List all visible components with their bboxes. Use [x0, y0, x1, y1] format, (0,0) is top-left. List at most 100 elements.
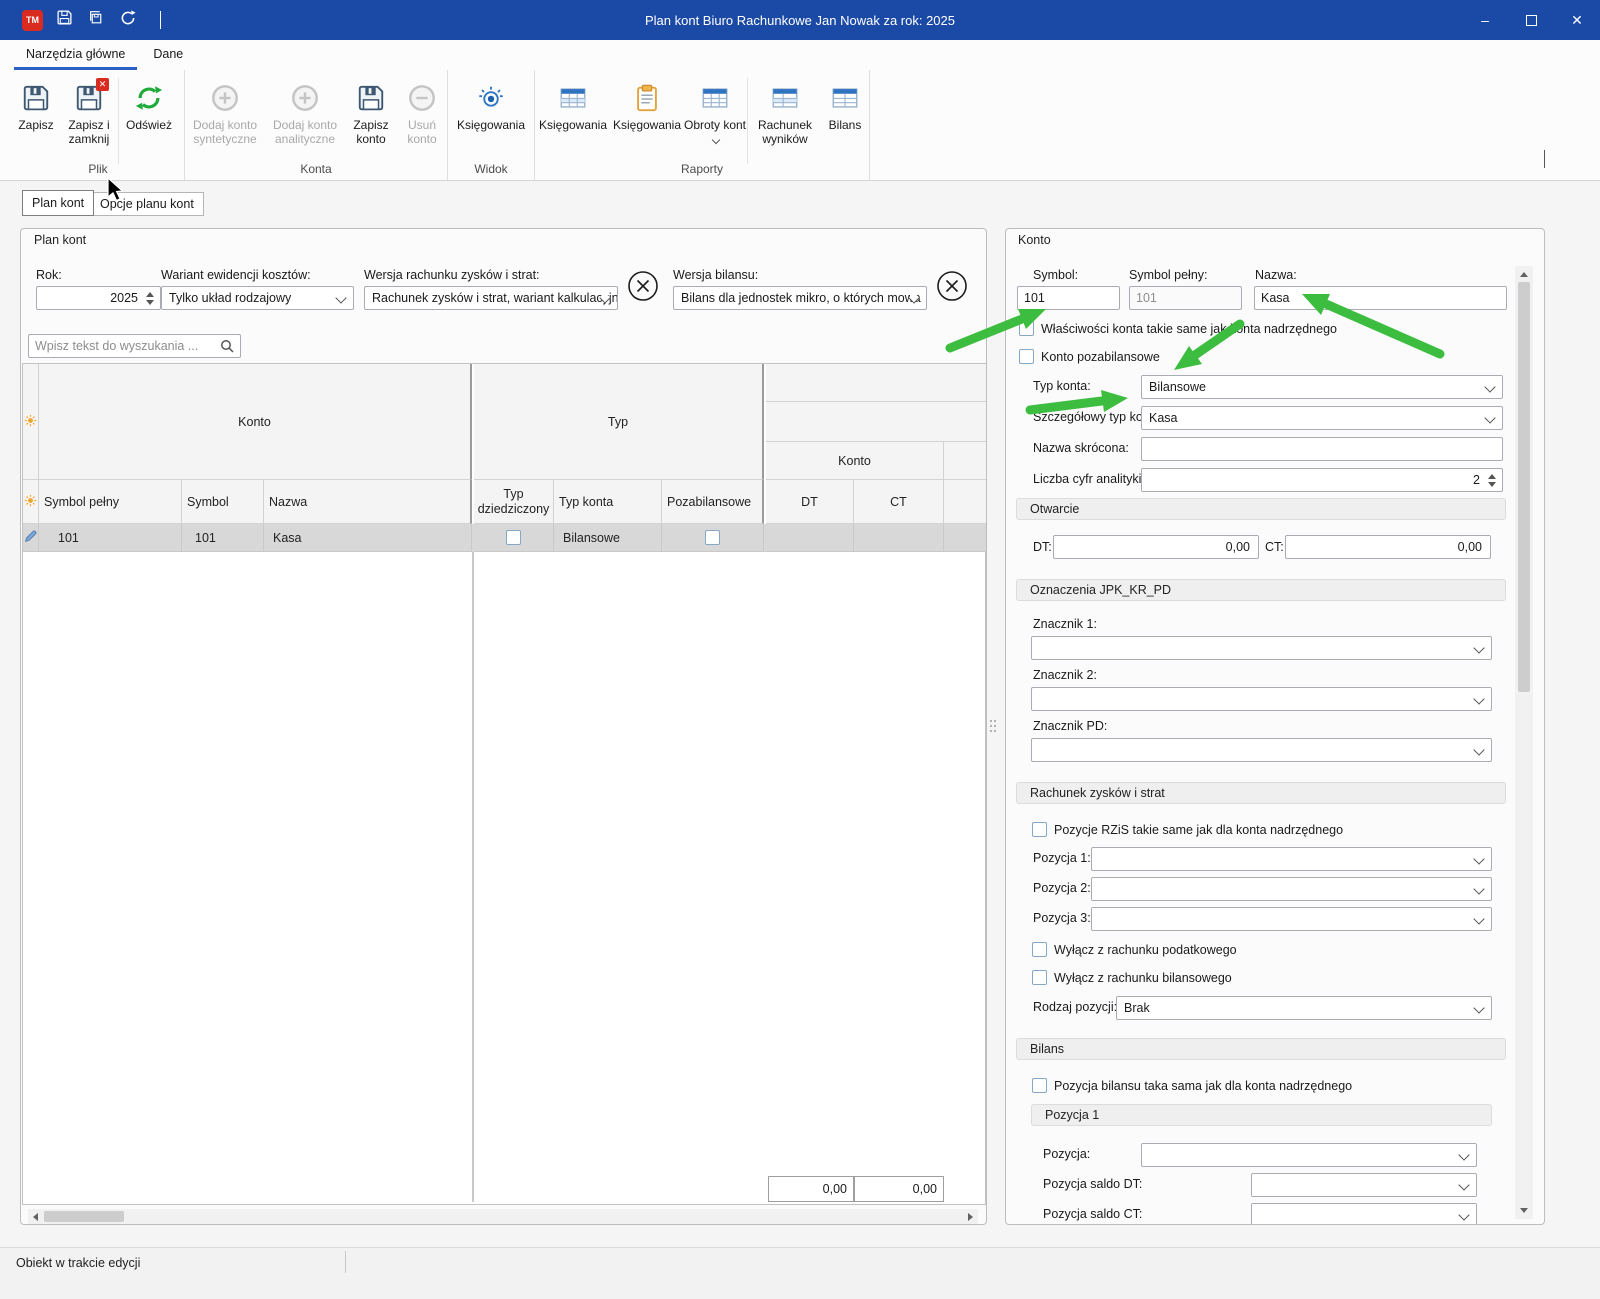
odswiez-button[interactable]: Odśwież — [119, 74, 179, 162]
wersja-rzis-select[interactable]: Rachunek zysków i strat, wariant kalkula… — [364, 286, 618, 310]
otwarcie-ct-input[interactable] — [1285, 535, 1491, 559]
collapse-ribbon-button[interactable] — [1544, 150, 1545, 168]
zapisz-konto-button[interactable]: Zapisz konto — [345, 74, 397, 162]
pozycja3-select[interactable] — [1091, 907, 1492, 931]
scroll-right-icon[interactable] — [968, 1213, 973, 1221]
cell-ct[interactable] — [854, 524, 944, 552]
typ-konta-select[interactable]: Bilansowe — [1141, 375, 1503, 399]
rachunek-wynikow-button[interactable]: Rachunek wyników — [748, 74, 822, 162]
znacznik2-select[interactable] — [1031, 687, 1492, 711]
accounts-grid: Konto Typ Konto Symbol pełny Symbol Nazw… — [22, 363, 986, 1205]
wersja-bilansu-select[interactable]: Bilans dla jednostek mikro, o których mo… — [673, 286, 927, 310]
bilans-pozycja-select[interactable] — [1141, 1143, 1477, 1167]
bilans-saldo-dt-select[interactable] — [1251, 1173, 1477, 1197]
wariant-ewidencji-select[interactable]: Tylko układ rodzajowy — [161, 286, 354, 310]
tab-plan-kont[interactable]: Plan kont — [22, 190, 94, 216]
cell-cut[interactable] — [944, 524, 987, 552]
wersja-rzis-label: Wersja rachunku zysków i strat: — [364, 268, 540, 282]
chk-pozabilansowe[interactable]: Konto pozabilansowe — [1019, 349, 1160, 364]
clear-rzis-button[interactable] — [627, 270, 659, 302]
szczegolowy-typ-select[interactable]: Kasa — [1141, 406, 1503, 430]
column-header-symbol[interactable]: Symbol — [182, 480, 264, 524]
cell-symbol[interactable]: 101 — [182, 524, 264, 552]
horizontal-scrollbar[interactable] — [28, 1209, 978, 1224]
wersja-bilansu-value: Bilans dla jednostek mikro, o których mo… — [681, 291, 921, 305]
scroll-left-icon[interactable] — [33, 1213, 38, 1221]
customize-quick-access-button[interactable] — [149, 9, 171, 31]
cell-pozabilansowe[interactable] — [662, 524, 764, 552]
refresh-button[interactable] — [117, 9, 139, 31]
raport-ksiegowania-2-button[interactable]: Księgowania — [611, 74, 683, 162]
horizontal-scrollbar-thumb[interactable] — [44, 1211, 124, 1222]
scroll-down-icon[interactable] — [1520, 1208, 1528, 1213]
save-button[interactable] — [53, 9, 75, 31]
column-header-dt[interactable]: DT — [766, 480, 854, 524]
app-logo-text: TM — [26, 15, 39, 25]
vertical-scrollbar-thumb[interactable] — [1518, 282, 1530, 692]
tab-opcje-planu-kont[interactable]: Opcje planu kont — [90, 192, 204, 216]
znacznik-pd-select[interactable] — [1031, 738, 1492, 762]
liczba-cyfr-input[interactable] — [1141, 468, 1503, 492]
zapisz-button[interactable]: Zapisz — [12, 74, 60, 162]
ribbon-group-plik: Zapisz ✕ Zapisz i zamknij Odśwież Plik — [12, 70, 184, 180]
column-header-ct[interactable]: CT — [854, 480, 944, 524]
nazwa-label: Nazwa: — [1255, 268, 1297, 282]
clear-bilansu-button[interactable] — [936, 270, 968, 302]
ribbon-tab-narzedzia-glowne[interactable]: Narzędzia główne — [14, 42, 137, 70]
cell-symbol-pelny[interactable]: 101 — [39, 524, 182, 552]
szczegolowy-typ-value: Kasa — [1149, 411, 1178, 425]
bilans-button[interactable]: Bilans — [822, 74, 868, 162]
raport-ksiegowania-button[interactable]: Księgowania — [535, 74, 611, 162]
chk-wylacz-podatkowy[interactable]: Wyłącz z rachunku podatkowego — [1032, 942, 1237, 957]
symbol-input[interactable] — [1017, 286, 1120, 310]
raport-ksiegowania-2-label: Księgowania — [613, 119, 681, 133]
cell-typ-dziedziczony[interactable] — [474, 524, 554, 552]
chk-wlasciwosci[interactable]: Właściwości konta takie same jak konta n… — [1019, 321, 1337, 336]
cell-dt[interactable] — [766, 524, 854, 552]
zapisz-i-zamknij-button[interactable]: ✕ Zapisz i zamknij — [60, 74, 118, 162]
obroty-kont-button[interactable]: Obroty kont — [683, 74, 747, 162]
nazwa-skrocona-input[interactable] — [1141, 437, 1503, 461]
usun-konto-button: Usuń konto — [397, 74, 447, 162]
ribbon: Zapisz ✕ Zapisz i zamknij Odśwież Plik — [0, 70, 1600, 181]
scroll-up-icon[interactable] — [1520, 272, 1528, 277]
column-header-nazwa[interactable]: Nazwa — [264, 480, 472, 524]
save-all-button[interactable] — [85, 9, 107, 31]
nazwa-input[interactable] — [1254, 286, 1507, 310]
rodzaj-pozycji-select[interactable]: Brak — [1116, 996, 1492, 1020]
typ-konta-label: Typ konta: — [1033, 379, 1091, 393]
chk-rzis-same[interactable]: Pozycje RZiS takie same jak dla konta na… — [1032, 822, 1343, 837]
liczba-cyfr-spinner[interactable] — [1485, 470, 1499, 490]
checkbox-icon[interactable] — [705, 530, 720, 545]
close-button[interactable]: ✕ — [1554, 0, 1600, 40]
widok-ksiegowania-button[interactable]: Księgowania — [448, 74, 534, 162]
grid-customize-cell-2[interactable] — [23, 480, 39, 524]
column-header-symbol-pelny[interactable]: Symbol pełny — [39, 480, 182, 524]
rok-spinner[interactable] — [143, 288, 157, 308]
column-header-typ-konta[interactable]: Typ konta — [554, 480, 662, 524]
cell-nazwa[interactable]: Kasa — [264, 524, 472, 552]
band-header-empty-2 — [766, 402, 987, 442]
grid-customize-cell[interactable] — [23, 364, 39, 480]
panel-splitter-grip[interactable] — [990, 720, 992, 722]
ribbon-tab-dane[interactable]: Dane — [141, 42, 195, 70]
column-header-typ-dziedziczony[interactable]: Typ dziedziczony — [474, 480, 554, 524]
pozycja2-select[interactable] — [1091, 877, 1492, 901]
chk-wylacz-bilansowy[interactable]: Wyłącz z rachunku bilansowego — [1032, 970, 1232, 985]
vertical-scrollbar[interactable] — [1515, 266, 1533, 1219]
bilans-saldo-ct-select[interactable] — [1251, 1203, 1477, 1225]
red-x-badge-icon: ✕ — [96, 78, 109, 91]
column-header-pozabilansowe[interactable]: Pozabilansowe — [662, 480, 764, 524]
znacznik1-select[interactable] — [1031, 636, 1492, 660]
chevron-down-icon — [1473, 853, 1484, 864]
minimize-button[interactable]: – — [1462, 0, 1508, 40]
otwarcie-dt-input[interactable] — [1053, 535, 1259, 559]
cell-typ-konta[interactable]: Bilansowe — [554, 524, 662, 552]
section-otwarcie: Otwarcie — [1016, 498, 1506, 520]
spin-up-icon — [146, 292, 154, 297]
pozycja1-select[interactable] — [1091, 847, 1492, 871]
checkbox-icon[interactable] — [506, 530, 521, 545]
chk-bilans-same[interactable]: Pozycja bilansu taka sama jak dla konta … — [1032, 1078, 1352, 1093]
maximize-button[interactable] — [1508, 0, 1554, 40]
search-input[interactable] — [28, 334, 241, 358]
